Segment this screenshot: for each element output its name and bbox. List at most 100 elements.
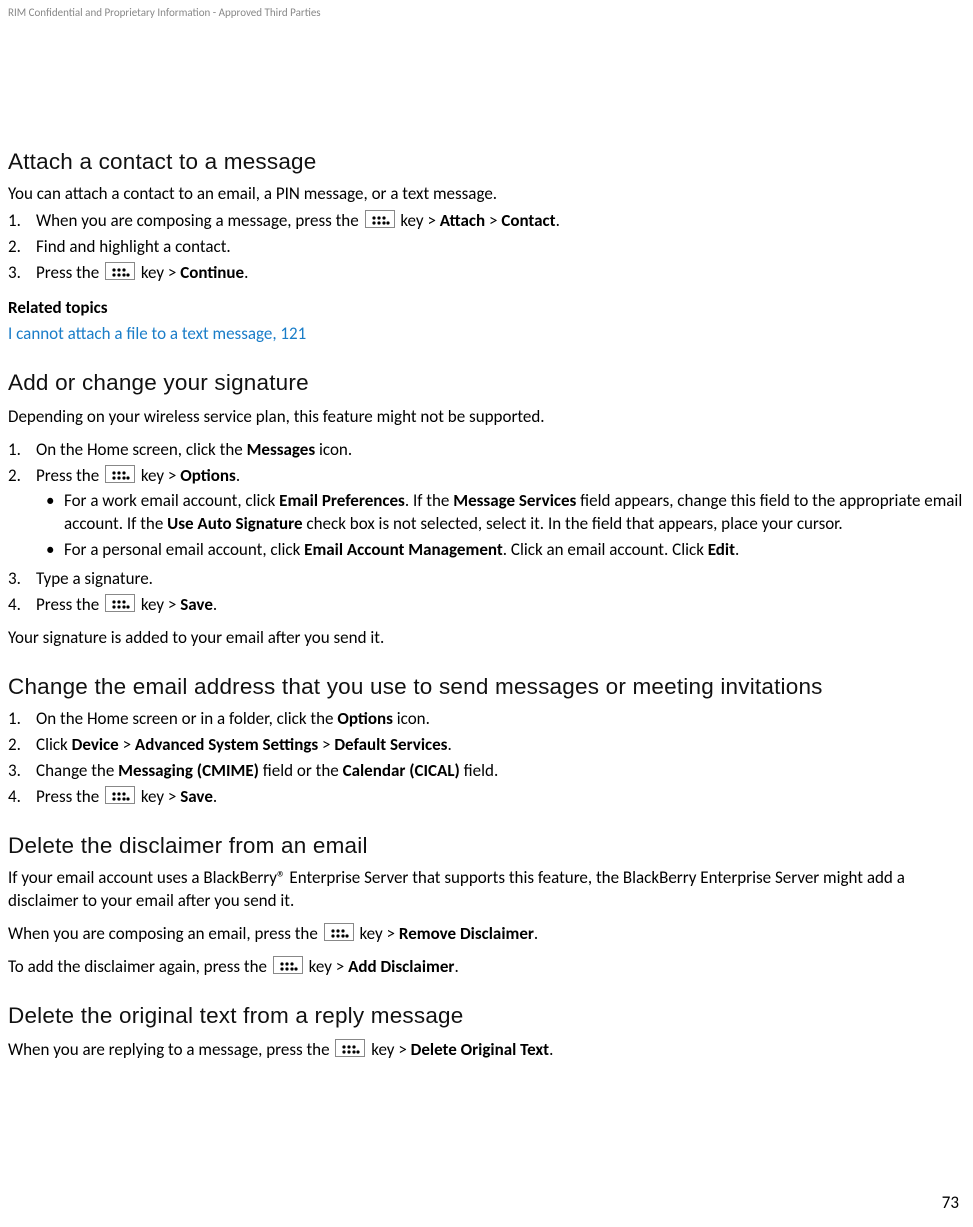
related-link[interactable]: I cannot attach a file to a text message…	[8, 323, 306, 344]
section-delete-disclaimer: Delete the disclaimer from an email If y…	[8, 833, 965, 979]
option-name: Email Account Management	[304, 539, 503, 560]
menu-key-icon	[105, 786, 135, 804]
step-text: key >	[137, 465, 180, 486]
step-text: When you are composing a message, press …	[36, 210, 363, 231]
field-name: Messaging (CMIME)	[118, 760, 259, 781]
menu-item: Save	[180, 594, 213, 615]
intro-text: If your email account uses a BlackBerry®…	[8, 867, 965, 913]
step-number: 2.	[8, 236, 36, 259]
page-number: 73	[942, 1192, 959, 1213]
step-number: 1.	[8, 439, 36, 462]
menu-key-icon	[105, 465, 135, 483]
bullet-text: . Click an email account. Click	[503, 539, 708, 560]
menu-key-icon	[365, 210, 395, 228]
step-4: 4. Press the key > Save.	[8, 594, 965, 617]
step-number: 1.	[8, 210, 36, 233]
menu-item: Add Disclaimer	[348, 956, 454, 977]
body-text: When you are replying to a message, pres…	[8, 1039, 333, 1060]
body-text: .	[454, 956, 458, 977]
step-number: 4.	[8, 786, 36, 809]
step-number: 3.	[8, 760, 36, 783]
step-text: Find and highlight a contact.	[36, 236, 965, 259]
step-text: Press the	[36, 465, 103, 486]
bullet-work-email: • For a work email account, click Email …	[36, 490, 965, 536]
menu-key-icon	[105, 594, 135, 612]
step-number: 1.	[8, 708, 36, 731]
bullet-text: check box is not selected, select it. In…	[303, 513, 843, 534]
menu-item: Save	[180, 786, 213, 807]
step-text: .	[244, 262, 248, 283]
step-text: >	[318, 734, 334, 755]
bullet-text: For a work email account, click	[64, 490, 279, 511]
step-text: key >	[137, 262, 180, 283]
intro-text: Depending on your wireless service plan,…	[8, 406, 965, 429]
step-text: icon.	[315, 439, 352, 460]
step-text: Type a signature.	[36, 568, 965, 591]
step-3: 3. Change the Messaging (CMIME) field or…	[8, 760, 965, 783]
action-name: Edit	[708, 539, 735, 560]
step-2: 2. Click Device > Advanced System Settin…	[8, 734, 965, 757]
menu-key-icon	[324, 923, 354, 941]
icon-name: Options	[337, 708, 393, 729]
menu-item: Continue	[180, 262, 244, 283]
menu-key-icon	[105, 262, 135, 280]
step-3: 3. Press the key > Continue.	[8, 262, 965, 285]
section-signature: Add or change your signature Depending o…	[8, 370, 965, 650]
section-delete-original: Delete the original text from a reply me…	[8, 1003, 965, 1062]
section-change-email: Change the email address that you use to…	[8, 674, 965, 809]
step-text: >	[119, 734, 135, 755]
field-name: Message Services	[453, 490, 576, 511]
menu-key-icon	[335, 1039, 365, 1057]
step-1: 1. On the Home screen, click the Message…	[8, 439, 965, 462]
heading-change-email: Change the email address that you use to…	[8, 674, 965, 700]
step-text: .	[556, 210, 560, 231]
menu-key-icon	[273, 956, 303, 974]
step-text: .	[447, 734, 451, 755]
bullet-text: .	[735, 539, 739, 560]
step-text: Click	[36, 734, 72, 755]
step-2: 2. Find and highlight a contact.	[8, 236, 965, 259]
body-text: When you are composing an email, press t…	[8, 923, 322, 944]
step-text: Press the	[36, 786, 103, 807]
field-name: Calendar (CICAL)	[343, 760, 460, 781]
step-text: field.	[460, 760, 498, 781]
menu-item: Remove Disclaimer	[399, 923, 534, 944]
step-text: Change the	[36, 760, 118, 781]
checkbox-name: Use Auto Signature	[167, 513, 302, 534]
step-text: >	[485, 210, 501, 231]
section-attach-contact: Attach a contact to a message You can at…	[8, 149, 965, 346]
body-text: key >	[367, 1039, 410, 1060]
body-text: key >	[356, 923, 399, 944]
step-text: key >	[137, 786, 180, 807]
step-text: field or the	[259, 760, 343, 781]
step-2: 2. Press the key > Options. • For a work…	[8, 465, 965, 566]
step-text: .	[236, 465, 240, 486]
intro-text: You can attach a contact to an email, a …	[8, 183, 965, 206]
body-text: To add the disclaimer again, press the	[8, 956, 271, 977]
step-text: On the Home screen or in a folder, click…	[36, 708, 337, 729]
heading-delete-disclaimer: Delete the disclaimer from an email	[8, 833, 965, 859]
menu-item: Attach	[440, 210, 485, 231]
icon-name: Messages	[247, 439, 316, 460]
bullet-personal-email: • For a personal email account, click Em…	[36, 539, 965, 562]
step-text: icon.	[393, 708, 430, 729]
step-text: Press the	[36, 262, 103, 283]
menu-item: Options	[180, 465, 236, 486]
menu-item: Advanced System Settings	[135, 734, 318, 755]
body-text: key >	[305, 956, 348, 977]
related-topics-heading: Related topics	[8, 297, 965, 320]
outro-text: Your signature is added to your email af…	[8, 627, 965, 650]
step-number: 2.	[8, 465, 36, 488]
step-number: 3.	[8, 568, 36, 591]
body-text: .	[549, 1039, 553, 1060]
menu-item: Device	[72, 734, 119, 755]
bullet-text: . If the	[405, 490, 453, 511]
step-number: 2.	[8, 734, 36, 757]
bullet-icon: •	[46, 539, 64, 562]
step-text: Press the	[36, 594, 103, 615]
option-name: Email Preferences	[279, 490, 405, 511]
menu-item: Contact	[501, 210, 555, 231]
step-text: .	[213, 786, 217, 807]
bullet-text: For a personal email account, click	[64, 539, 304, 560]
step-1: 1. On the Home screen or in a folder, cl…	[8, 708, 965, 731]
